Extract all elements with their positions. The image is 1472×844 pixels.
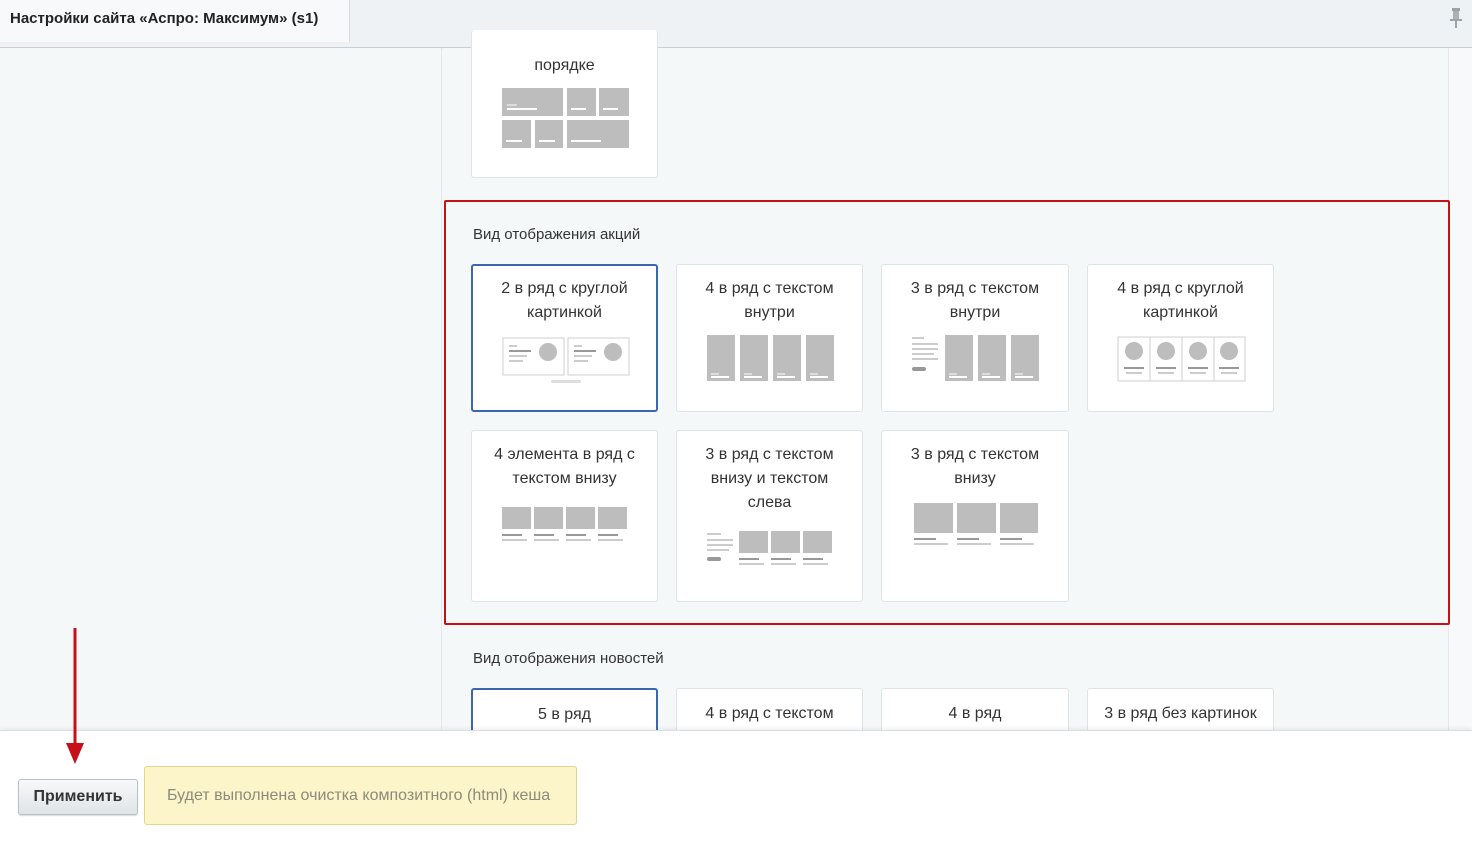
layout-thumbnail <box>707 335 834 381</box>
window-header: Настройки сайта «Аспро: Максимум» (s1) <box>0 0 1472 48</box>
option-card-label: 4 в ряд с текстом внутри <box>705 280 834 321</box>
section-title-news: Вид отображения новостей <box>473 650 664 667</box>
option-card-label: 4 элемента в ряд с текстом внизу <box>494 446 635 487</box>
promo-option-3[interactable]: 3 в ряд с текстом внутри <box>881 264 1069 412</box>
cache-notice: Будет выполнена очистка композитного (ht… <box>144 766 577 825</box>
apply-button[interactable]: Применить <box>18 779 138 815</box>
promo-option-2[interactable]: 4 в ряд с текстом внутри <box>676 264 863 412</box>
promo-option-7[interactable]: 3 в ряд с текстом внизу <box>881 430 1069 602</box>
option-card-label: 4 в ряд <box>948 705 1002 722</box>
option-card-label: 2 в ряд с круглой картинкой <box>501 280 628 321</box>
settings-tab[interactable]: Настройки сайта «Аспро: Максимум» (s1) <box>0 0 350 42</box>
layout-thumbnail <box>502 507 627 541</box>
footer-bar: Применить Будет выполнена очистка композ… <box>0 730 1472 844</box>
layout-thumbnail <box>502 88 629 148</box>
layout-thumbnail <box>707 531 832 565</box>
option-card-top[interactable]: порядке <box>471 30 658 178</box>
window-title: Настройки сайта «Аспро: Максимум» (s1) <box>10 10 319 27</box>
right-scroll-area[interactable] <box>1448 48 1472 730</box>
option-card-label: 4 в ряд с текстом <box>705 705 834 722</box>
option-card-label: порядке <box>534 57 595 74</box>
option-card-label: 4 в ряд с круглой картинкой <box>1117 280 1244 321</box>
option-card-label: 3 в ряд с текстом внизу <box>910 446 1040 487</box>
option-card-label: 3 в ряд с текстом внизу и текстом слева <box>705 446 834 511</box>
option-card-label: 3 в ряд без картинок <box>1104 705 1257 722</box>
layout-thumbnail <box>914 503 1038 545</box>
promo-option-4[interactable]: 4 в ряд с круглой картинкой <box>1087 264 1274 412</box>
option-card-label: 5 в ряд <box>537 706 591 723</box>
layout-thumbnail <box>912 335 1039 381</box>
arrow-down-icon <box>66 628 84 764</box>
option-card-label: 3 в ряд с текстом внутри <box>910 280 1040 321</box>
layout-thumbnail <box>1117 336 1246 382</box>
section-title-promo: Вид отображения акций <box>473 226 641 243</box>
promo-option-1[interactable]: 2 в ряд с круглой картинкой <box>471 264 658 412</box>
pin-icon[interactable] <box>1450 8 1462 28</box>
layout-thumbnail <box>502 337 630 383</box>
promo-option-5[interactable]: 4 элемента в ряд с текстом внизу <box>471 430 658 602</box>
promo-option-6[interactable]: 3 в ряд с текстом внизу и текстом слева <box>676 430 863 602</box>
